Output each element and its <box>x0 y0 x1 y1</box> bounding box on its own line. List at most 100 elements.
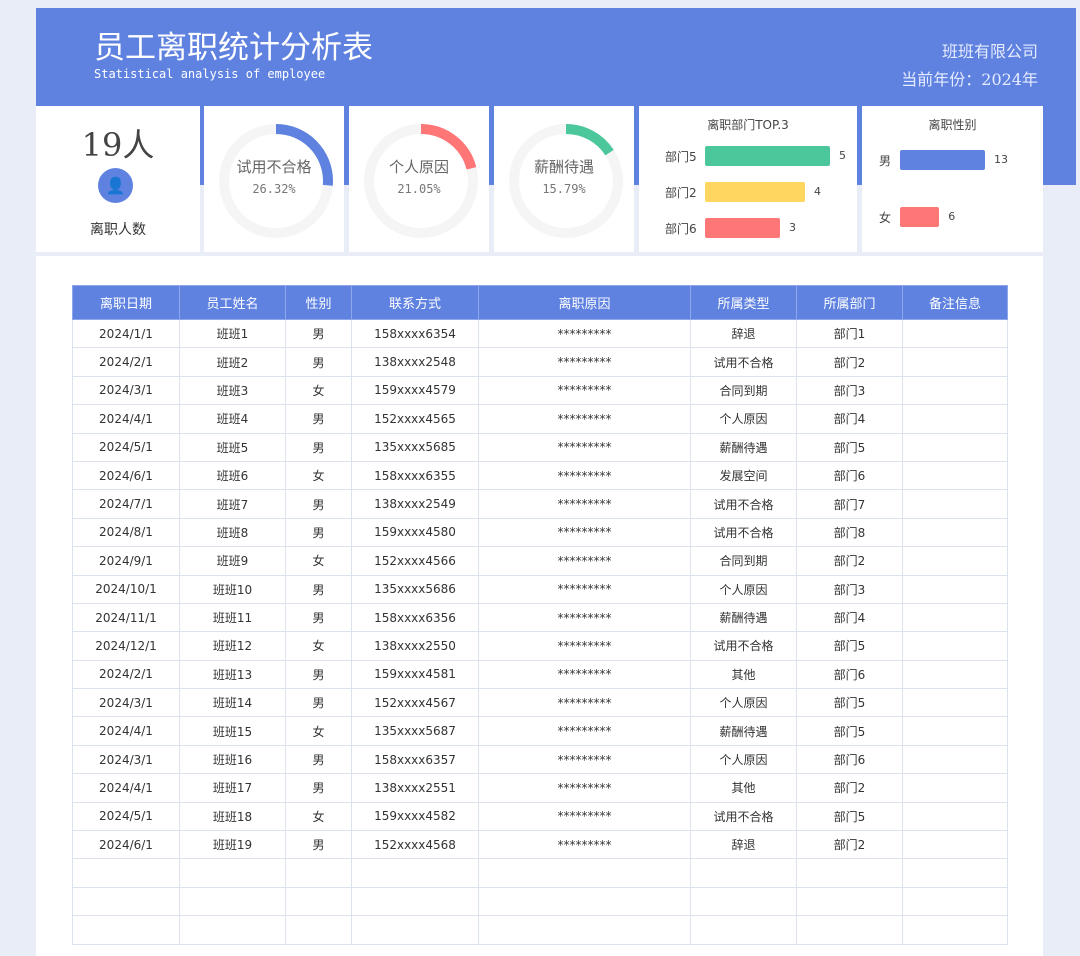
table-cell[interactable] <box>796 915 903 945</box>
table-cell[interactable] <box>902 432 1008 462</box>
table-cell[interactable]: 部门2 <box>796 830 903 860</box>
table-cell[interactable]: ********* <box>478 716 691 746</box>
table-cell[interactable]: 试用不合格 <box>690 517 797 548</box>
table-cell[interactable]: 2024/11/1 <box>72 602 180 633</box>
table-cell[interactable]: 2024/3/1 <box>72 688 180 718</box>
table-cell[interactable]: 班班2 <box>179 347 286 377</box>
table-cell[interactable]: 辞退 <box>690 318 797 349</box>
table-cell[interactable] <box>690 915 797 945</box>
table-cell[interactable]: 159xxxx4579 <box>351 375 479 406</box>
table-cell[interactable]: ********* <box>478 489 691 519</box>
table-cell[interactable]: 男 <box>285 432 352 462</box>
table-cell[interactable]: 135xxxx5685 <box>351 432 479 462</box>
table-cell[interactable]: 159xxxx4582 <box>351 801 479 832</box>
table-cell[interactable]: 试用不合格 <box>690 801 797 832</box>
table-cell[interactable] <box>902 858 1008 888</box>
table-cell[interactable] <box>902 744 1008 775</box>
table-cell[interactable]: 2024/5/1 <box>72 432 180 462</box>
table-cell[interactable]: 女 <box>285 801 352 832</box>
table-cell[interactable]: 152xxxx4565 <box>351 404 479 434</box>
table-cell[interactable]: 2024/9/1 <box>72 546 180 576</box>
table-cell[interactable]: 部门4 <box>796 404 903 434</box>
table-cell[interactable]: 2024/2/1 <box>72 347 180 377</box>
table-cell[interactable] <box>902 404 1008 434</box>
table-cell[interactable]: 班班14 <box>179 688 286 718</box>
table-cell[interactable]: 2024/6/1 <box>72 830 180 860</box>
table-cell[interactable] <box>179 915 286 945</box>
table-cell[interactable]: 男 <box>285 347 352 377</box>
table-cell[interactable] <box>902 773 1008 803</box>
table-cell[interactable]: 男 <box>285 744 352 775</box>
table-cell[interactable]: 班班4 <box>179 404 286 434</box>
table-cell[interactable]: ********* <box>478 801 691 832</box>
table-cell[interactable]: 班班12 <box>179 631 286 661</box>
table-cell[interactable] <box>351 915 479 945</box>
column-header[interactable]: 离职日期 <box>72 285 180 320</box>
table-cell[interactable] <box>902 517 1008 548</box>
table-cell[interactable]: 部门6 <box>796 744 903 775</box>
table-cell[interactable]: 薪酬待遇 <box>690 716 797 746</box>
table-cell[interactable]: ********* <box>478 744 691 775</box>
table-cell[interactable]: 部门1 <box>796 318 903 349</box>
table-cell[interactable]: 女 <box>285 375 352 406</box>
table-cell[interactable]: 女 <box>285 716 352 746</box>
table-cell[interactable]: 班班10 <box>179 574 286 604</box>
table-cell[interactable]: ********* <box>478 688 691 718</box>
table-cell[interactable] <box>902 830 1008 860</box>
table-cell[interactable] <box>285 886 352 917</box>
table-cell[interactable]: 其他 <box>690 773 797 803</box>
table-cell[interactable]: 班班17 <box>179 773 286 803</box>
table-cell[interactable]: 女 <box>285 546 352 576</box>
table-cell[interactable]: ********* <box>478 318 691 349</box>
table-cell[interactable]: ********* <box>478 773 691 803</box>
table-cell[interactable]: 部门5 <box>796 432 903 462</box>
table-cell[interactable]: 158xxxx6357 <box>351 744 479 775</box>
table-cell[interactable] <box>72 886 180 917</box>
table-cell[interactable]: 辞退 <box>690 830 797 860</box>
column-header[interactable]: 备注信息 <box>902 285 1008 320</box>
table-cell[interactable]: ********* <box>478 602 691 633</box>
column-header[interactable]: 所属部门 <box>796 285 903 320</box>
table-cell[interactable]: 班班3 <box>179 375 286 406</box>
table-cell[interactable] <box>902 347 1008 377</box>
table-cell[interactable]: 薪酬待遇 <box>690 432 797 462</box>
table-cell[interactable]: ********* <box>478 631 691 661</box>
table-cell[interactable]: ********* <box>478 375 691 406</box>
table-cell[interactable] <box>351 858 479 888</box>
table-cell[interactable]: 159xxxx4580 <box>351 517 479 548</box>
table-cell[interactable]: 班班19 <box>179 830 286 860</box>
table-cell[interactable]: 部门2 <box>796 546 903 576</box>
table-cell[interactable]: ********* <box>478 659 691 690</box>
table-cell[interactable]: ********* <box>478 460 691 491</box>
table-cell[interactable]: 2024/2/1 <box>72 659 180 690</box>
table-cell[interactable]: 2024/1/1 <box>72 318 180 349</box>
table-cell[interactable]: 男 <box>285 517 352 548</box>
table-cell[interactable]: 女 <box>285 631 352 661</box>
table-cell[interactable] <box>72 915 180 945</box>
table-cell[interactable]: 部门3 <box>796 574 903 604</box>
table-cell[interactable] <box>902 659 1008 690</box>
table-cell[interactable]: 个人原因 <box>690 688 797 718</box>
table-cell[interactable]: 158xxxx6354 <box>351 318 479 349</box>
table-cell[interactable]: 男 <box>285 773 352 803</box>
table-cell[interactable] <box>690 858 797 888</box>
table-cell[interactable]: 男 <box>285 659 352 690</box>
table-cell[interactable]: 班班9 <box>179 546 286 576</box>
table-cell[interactable]: 个人原因 <box>690 574 797 604</box>
table-cell[interactable]: 138xxxx2550 <box>351 631 479 661</box>
table-cell[interactable]: 试用不合格 <box>690 631 797 661</box>
table-cell[interactable]: 部门4 <box>796 602 903 633</box>
table-cell[interactable]: 男 <box>285 574 352 604</box>
table-cell[interactable]: 男 <box>285 830 352 860</box>
table-cell[interactable]: 152xxxx4567 <box>351 688 479 718</box>
table-cell[interactable]: 135xxxx5687 <box>351 716 479 746</box>
table-cell[interactable]: 班班1 <box>179 318 286 349</box>
table-cell[interactable] <box>902 375 1008 406</box>
table-cell[interactable]: 部门6 <box>796 659 903 690</box>
table-cell[interactable]: 2024/4/1 <box>72 716 180 746</box>
table-cell[interactable]: 班班6 <box>179 460 286 491</box>
table-cell[interactable]: 2024/3/1 <box>72 744 180 775</box>
table-cell[interactable]: 合同到期 <box>690 375 797 406</box>
table-cell[interactable] <box>902 574 1008 604</box>
table-cell[interactable] <box>796 858 903 888</box>
